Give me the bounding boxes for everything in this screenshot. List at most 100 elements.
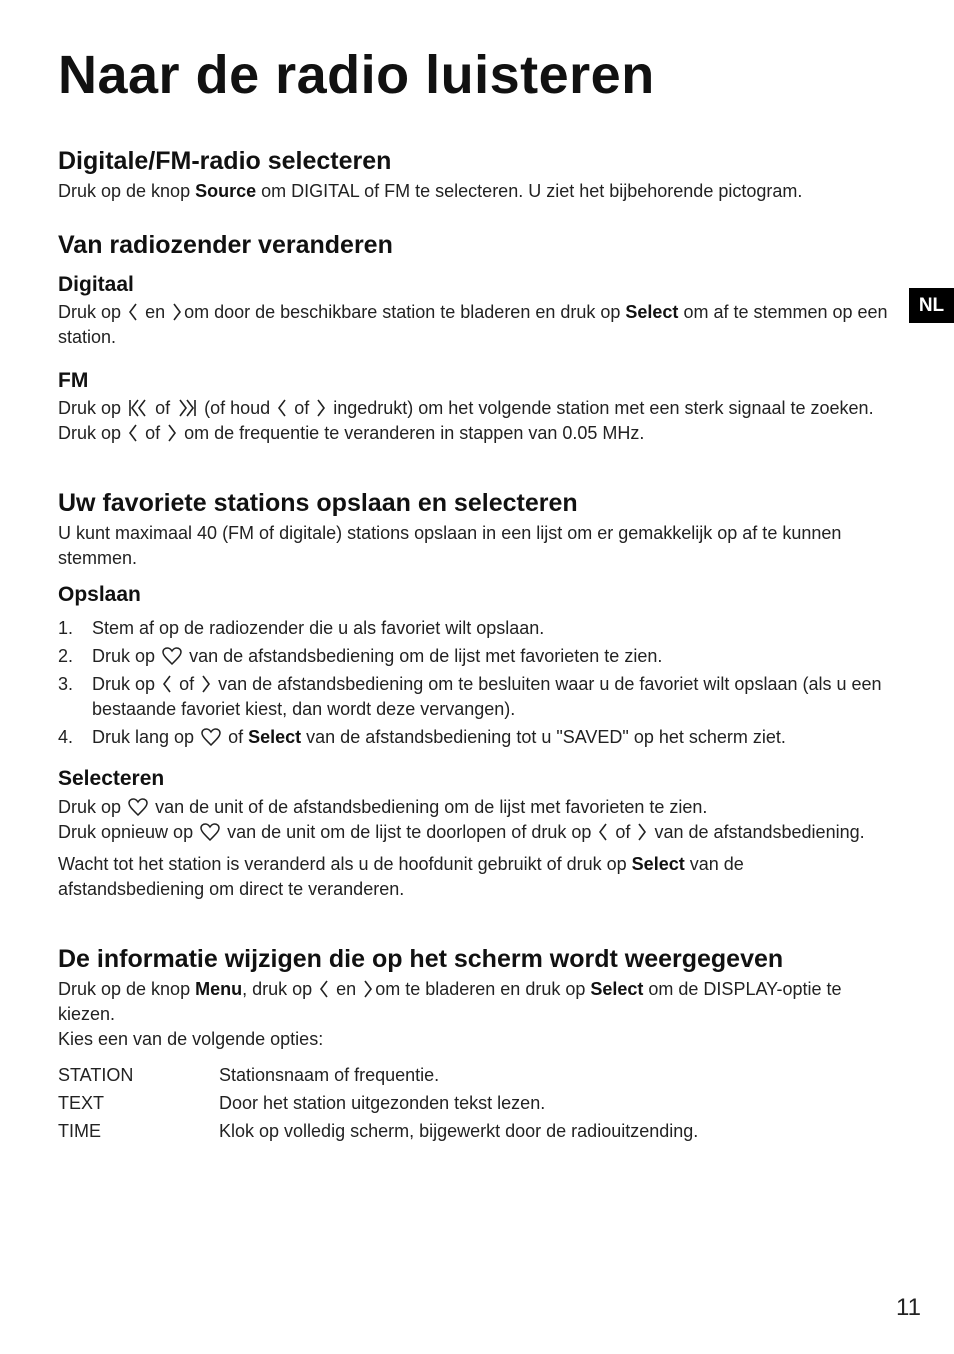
bold-term: Select <box>590 979 644 999</box>
paragraph: U kunt maximaal 40 (FM of digitale) stat… <box>58 523 842 568</box>
section-heading: De informatie wijzigen die op het scherm… <box>58 945 784 973</box>
text: Druk op <box>92 674 156 694</box>
subsection-heading: Selecteren <box>58 767 165 790</box>
option-key: STATION <box>58 1065 134 1085</box>
paragraph: Druk op en om door de beschikbare statio… <box>58 300 888 350</box>
text: of <box>294 398 310 418</box>
subsection-digital: Digitaal Druk op en om door de beschikba… <box>58 273 888 350</box>
text: Druk op <box>58 398 122 418</box>
section-heading: Digitale/FM-radio selecteren <box>58 147 392 175</box>
option-key: TEXT <box>58 1093 105 1113</box>
section-select-radio: Digitale/FM-radio selecteren Druk op de … <box>58 147 888 204</box>
text: Druk op de knop <box>58 979 196 999</box>
paragraph: Kies een van de volgende opties: <box>58 1029 324 1049</box>
text: Wacht tot het station is veranderd als u… <box>58 854 632 874</box>
text: Druk op <box>58 797 122 817</box>
bold-term: Select <box>248 727 302 747</box>
paragraph: Druk op van de unit of de afstandsbedien… <box>58 795 888 820</box>
subsection-heading: Digitaal <box>58 273 134 296</box>
section-favorites: Uw favoriete stations opslaan en selecte… <box>58 489 888 571</box>
text: (of houd <box>204 398 271 418</box>
text: Druk op <box>58 302 122 322</box>
text: of <box>155 398 171 418</box>
option-description: Klok op volledig scherm, bijgewerkt door… <box>219 1121 699 1141</box>
language-tab: NL <box>909 288 954 323</box>
option-description: Stationsnaam of frequentie. <box>219 1065 440 1085</box>
step-number: 1. <box>58 618 74 638</box>
text: of <box>179 674 195 694</box>
section-heading: Uw favoriete stations opslaan en selecte… <box>58 489 578 517</box>
text: om te bladeren en druk op <box>375 979 591 999</box>
bold-term: Menu <box>195 979 243 999</box>
text: en <box>145 302 166 322</box>
chevron-right-icon <box>364 980 373 998</box>
section-change-station: Van radiozender veranderen <box>58 231 888 260</box>
text: Druk op <box>58 423 122 443</box>
chevron-left-icon <box>278 399 286 417</box>
text: van de unit om de lijst te doorlopen of … <box>227 822 592 842</box>
text: Stem af op de radiozender die u als favo… <box>92 618 545 638</box>
heart-icon <box>128 798 148 816</box>
subsection-heading: FM <box>58 369 89 392</box>
heart-icon <box>200 823 220 841</box>
paragraph: Wacht tot het station is veranderd als u… <box>58 852 888 902</box>
page-title: Naar de radio luisteren <box>58 45 655 105</box>
chevron-left-icon <box>129 424 137 442</box>
display-option-row: TEXT Door het station uitgezonden tekst l… <box>58 1089 545 1117</box>
bold-term: Select <box>631 854 685 874</box>
text: ingedrukt) om het volgende station met e… <box>333 398 874 418</box>
subsection-save: Opslaan <box>58 583 888 607</box>
text: , druk op <box>242 979 313 999</box>
list-item: 1. Stem af op de radiozender die u als fa… <box>58 616 888 641</box>
text: van de afstandsbediening. <box>654 822 865 842</box>
chevron-left-icon <box>163 675 171 693</box>
bold-term: Select <box>625 302 679 322</box>
text: Druk opnieuw op <box>58 822 194 842</box>
chevron-right-icon <box>317 399 326 417</box>
page-number: 11 <box>896 1294 921 1321</box>
chevron-left-icon <box>129 303 137 321</box>
paragraph: Druk op of (of houd of ingedrukt) om het… <box>58 396 888 421</box>
option-description: Door het station uitgezonden tekst lezen… <box>219 1093 546 1113</box>
subsection-fm: FM Druk op of (of houd of ingedrukt) om … <box>58 369 888 446</box>
text: van de afstandsbediening om de lijst met… <box>189 646 663 666</box>
heart-icon <box>162 647 182 665</box>
chevron-right-icon <box>638 823 647 841</box>
heart-icon <box>201 728 221 746</box>
list-item: 2. Druk op van de afstandsbediening om de… <box>58 644 888 669</box>
text: of <box>228 727 249 747</box>
text: Druk op de knop <box>58 181 196 201</box>
text: en <box>336 979 357 999</box>
bold-term: Source <box>195 181 257 201</box>
text: om door de beschikbare station te blader… <box>184 302 626 322</box>
save-steps-list: 1. Stem af op de radiozender die u als fa… <box>58 616 888 753</box>
paragraph: Druk op of om de frequentie te verandere… <box>58 421 888 446</box>
display-option-row: STATION Stationsnaam of frequentie. <box>58 1061 439 1089</box>
paragraph: Druk op de knop Source om DIGITAL of FM … <box>58 179 888 204</box>
list-item: 4. Druk lang op of Select van de afstands… <box>58 725 888 750</box>
text: of <box>615 822 631 842</box>
section-heading: Van radiozender veranderen <box>58 231 393 259</box>
text: om DIGITAL of FM te selecteren. U ziet h… <box>256 181 803 201</box>
skip-back-icon <box>129 399 146 417</box>
paragraph: Druk op de knop Menu, druk op en om te b… <box>58 977 888 1027</box>
step-number: 2. <box>58 646 74 666</box>
list-item: 3. Druk op of van de afstandsbediening om… <box>58 672 888 722</box>
chevron-left-icon <box>320 980 328 998</box>
option-key: TIME <box>58 1121 101 1141</box>
chevron-right-icon <box>168 424 177 442</box>
step-number: 3. <box>58 674 74 694</box>
text: om de frequentie te veranderen in stappe… <box>184 423 645 443</box>
subsection-heading: Opslaan <box>58 583 141 606</box>
text: Druk lang op <box>92 727 195 747</box>
text: Druk op <box>92 646 156 666</box>
step-number: 4. <box>58 727 74 747</box>
chevron-left-icon <box>599 823 608 841</box>
section-display: De informatie wijzigen die op het scherm… <box>58 945 888 1052</box>
chevron-right-icon <box>173 303 182 321</box>
display-option-row: TIME Klok op volledig scherm, bijgewerkt … <box>58 1117 698 1145</box>
text: van de afstandsbediening tot u "SAVED" o… <box>301 727 786 747</box>
chevron-right-icon <box>202 675 211 693</box>
paragraph: Druk opnieuw op van de unit om de lijst … <box>58 820 888 845</box>
skip-forward-icon <box>179 399 196 417</box>
